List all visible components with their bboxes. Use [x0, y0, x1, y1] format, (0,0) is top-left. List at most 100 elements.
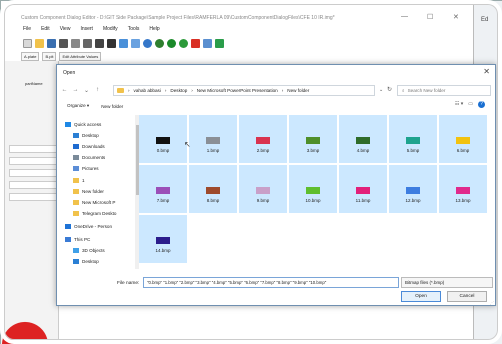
nav-item[interactable]: Pictures⚲ — [73, 163, 135, 173]
align-right-icon[interactable] — [107, 39, 116, 48]
grid-icon[interactable] — [131, 39, 140, 48]
address-bar[interactable]: › vahab abbasi › Desktop › New Microsoft… — [113, 85, 375, 96]
menu-edit[interactable]: Edit — [41, 26, 50, 36]
file-name-input[interactable]: "0.bmp" "1.bmp" "2.bmp" "3.bmp" "4.bmp" … — [143, 277, 399, 288]
nav-item[interactable]: Desktop — [73, 256, 135, 266]
bitmap-thumbnail-icon — [356, 137, 370, 144]
nav-item[interactable]: 1 — [73, 175, 135, 185]
new-folder-button[interactable]: New folder — [101, 104, 123, 109]
menu-help[interactable]: Help — [149, 26, 159, 36]
nav-item-label: Pictures — [82, 165, 99, 171]
app-field[interactable] — [9, 181, 57, 189]
file-item[interactable]: 4.bmp — [339, 115, 387, 163]
view-options-icon[interactable]: ☷ ▾ — [455, 101, 463, 108]
nav-item[interactable]: New Microsoft P — [73, 197, 135, 207]
file-item[interactable]: 7.bmp — [139, 165, 187, 213]
file-item[interactable]: 12.bmp — [389, 165, 437, 213]
menu-file[interactable]: File — [23, 26, 31, 36]
help-icon[interactable]: ? — [478, 101, 485, 108]
file-name: 14.bmp — [155, 248, 171, 253]
file-item[interactable]: 8.bmp — [189, 165, 237, 213]
delete-icon[interactable] — [191, 39, 200, 48]
align-center-icon[interactable] — [95, 39, 104, 48]
bitmap-thumbnail-icon — [256, 187, 270, 194]
breadcrumb-item[interactable]: Desktop — [170, 88, 187, 93]
file-item[interactable]: 14.bmp — [139, 215, 187, 263]
refresh-icon[interactable]: ↻ — [387, 86, 392, 93]
nav-item[interactable]: This PC — [65, 234, 135, 244]
app-field[interactable] — [9, 193, 57, 201]
new-file-icon[interactable] — [23, 39, 32, 48]
file-item[interactable]: 3.bmp — [289, 115, 337, 163]
search-box[interactable]: ⌕ Search New folder — [397, 85, 491, 96]
chevron-down-icon[interactable]: ⌄ — [83, 87, 90, 94]
address-dropdown-icon[interactable]: ⌄ — [379, 87, 383, 93]
forward-icon[interactable]: → — [72, 87, 79, 93]
file-item[interactable]: 5.bmp — [389, 115, 437, 163]
bitmap-thumbnail-icon — [156, 137, 170, 144]
open-button[interactable]: Open — [401, 291, 441, 302]
nav-item[interactable]: Downloads⚲ — [73, 141, 135, 151]
breadcrumb-item[interactable]: vahab abbasi — [134, 88, 161, 93]
nav-item[interactable]: Desktop⚲ — [73, 130, 135, 140]
download-icon — [73, 143, 79, 149]
align-icon[interactable] — [83, 39, 92, 48]
file-item[interactable]: 13.bmp — [439, 165, 487, 213]
file-item[interactable]: 1.bmp — [189, 115, 237, 163]
arrow-right-icon[interactable] — [155, 39, 164, 48]
breadcrumb-item[interactable]: New folder — [287, 88, 309, 93]
resize-gripper-icon[interactable]: ⋰ — [490, 300, 494, 305]
menu-view[interactable]: View — [60, 26, 71, 36]
export-icon[interactable] — [215, 39, 224, 48]
close-icon[interactable]: ✕ — [483, 67, 490, 76]
file-item[interactable]: 2.bmp — [239, 115, 287, 163]
bitmap-thumbnail-icon — [206, 187, 220, 194]
file-type-select[interactable]: Bitmap files (*.bmp) — [401, 277, 493, 288]
tab-a-plate[interactable]: A.plate — [21, 52, 40, 61]
file-item[interactable]: 6.bmp — [439, 115, 487, 163]
preview-pane-icon[interactable]: ▭ — [468, 101, 473, 108]
ok-icon[interactable] — [179, 39, 188, 48]
file-name-label: File name: — [117, 281, 140, 286]
menu-tools[interactable]: Tools — [128, 26, 140, 36]
text-tool-icon[interactable] — [71, 39, 80, 48]
app-title: Custom Component Dialog Editor - D:\GIT … — [21, 15, 335, 21]
file-item[interactable]: 10.bmp — [289, 165, 337, 213]
folder-icon — [73, 188, 79, 194]
bitmap-thumbnail-icon — [456, 187, 470, 194]
file-item[interactable]: 0.bmp — [139, 115, 187, 163]
cancel-button[interactable]: Cancel — [447, 291, 487, 302]
nav-item-label: 1 — [82, 177, 85, 183]
file-item[interactable]: 9.bmp — [239, 165, 287, 213]
app-field[interactable] — [9, 157, 57, 165]
nav-item[interactable]: Telegram Deskto — [73, 208, 135, 218]
menu-modify[interactable]: Modify — [103, 26, 118, 36]
app-toolbar — [23, 37, 224, 50]
settings-icon[interactable] — [203, 39, 212, 48]
nav-item[interactable]: OneDrive - Person — [65, 221, 135, 231]
app-field[interactable] — [9, 169, 57, 177]
nav-item[interactable]: New folder — [73, 186, 135, 196]
file-item[interactable]: 11.bmp — [339, 165, 387, 213]
close-app-icon[interactable]: ✕ — [453, 13, 459, 21]
tab-b-plt[interactable]: B.plt — [42, 52, 57, 61]
app-field[interactable] — [9, 145, 57, 153]
image-icon[interactable] — [119, 39, 128, 48]
arrow-left-icon[interactable] — [143, 39, 152, 48]
save-icon[interactable] — [47, 39, 56, 48]
back-icon[interactable]: ← — [61, 87, 68, 93]
run-icon[interactable] — [167, 39, 176, 48]
maximize-icon[interactable]: ☐ — [427, 13, 433, 21]
organize-button[interactable]: Organize ▾ — [67, 103, 89, 109]
breadcrumb-item[interactable]: New Microsoft PowerPoint Presentation — [197, 88, 278, 93]
up-icon[interactable]: ↑ — [94, 87, 101, 93]
tool-icon[interactable] — [59, 39, 68, 48]
nav-item[interactable]: Quick access — [65, 119, 135, 129]
nav-item[interactable]: 3D Objects — [73, 245, 135, 255]
open-folder-icon[interactable] — [35, 39, 44, 48]
tab-edit-attribute-values[interactable]: Edit Attribute Values — [59, 52, 102, 61]
minimize-icon[interactable]: — — [401, 13, 408, 20]
app-tabs: A.plate B.plt Edit Attribute Values — [21, 52, 102, 61]
menu-insert[interactable]: Insert — [80, 26, 93, 36]
nav-item[interactable]: Documents⚲ — [73, 152, 135, 162]
